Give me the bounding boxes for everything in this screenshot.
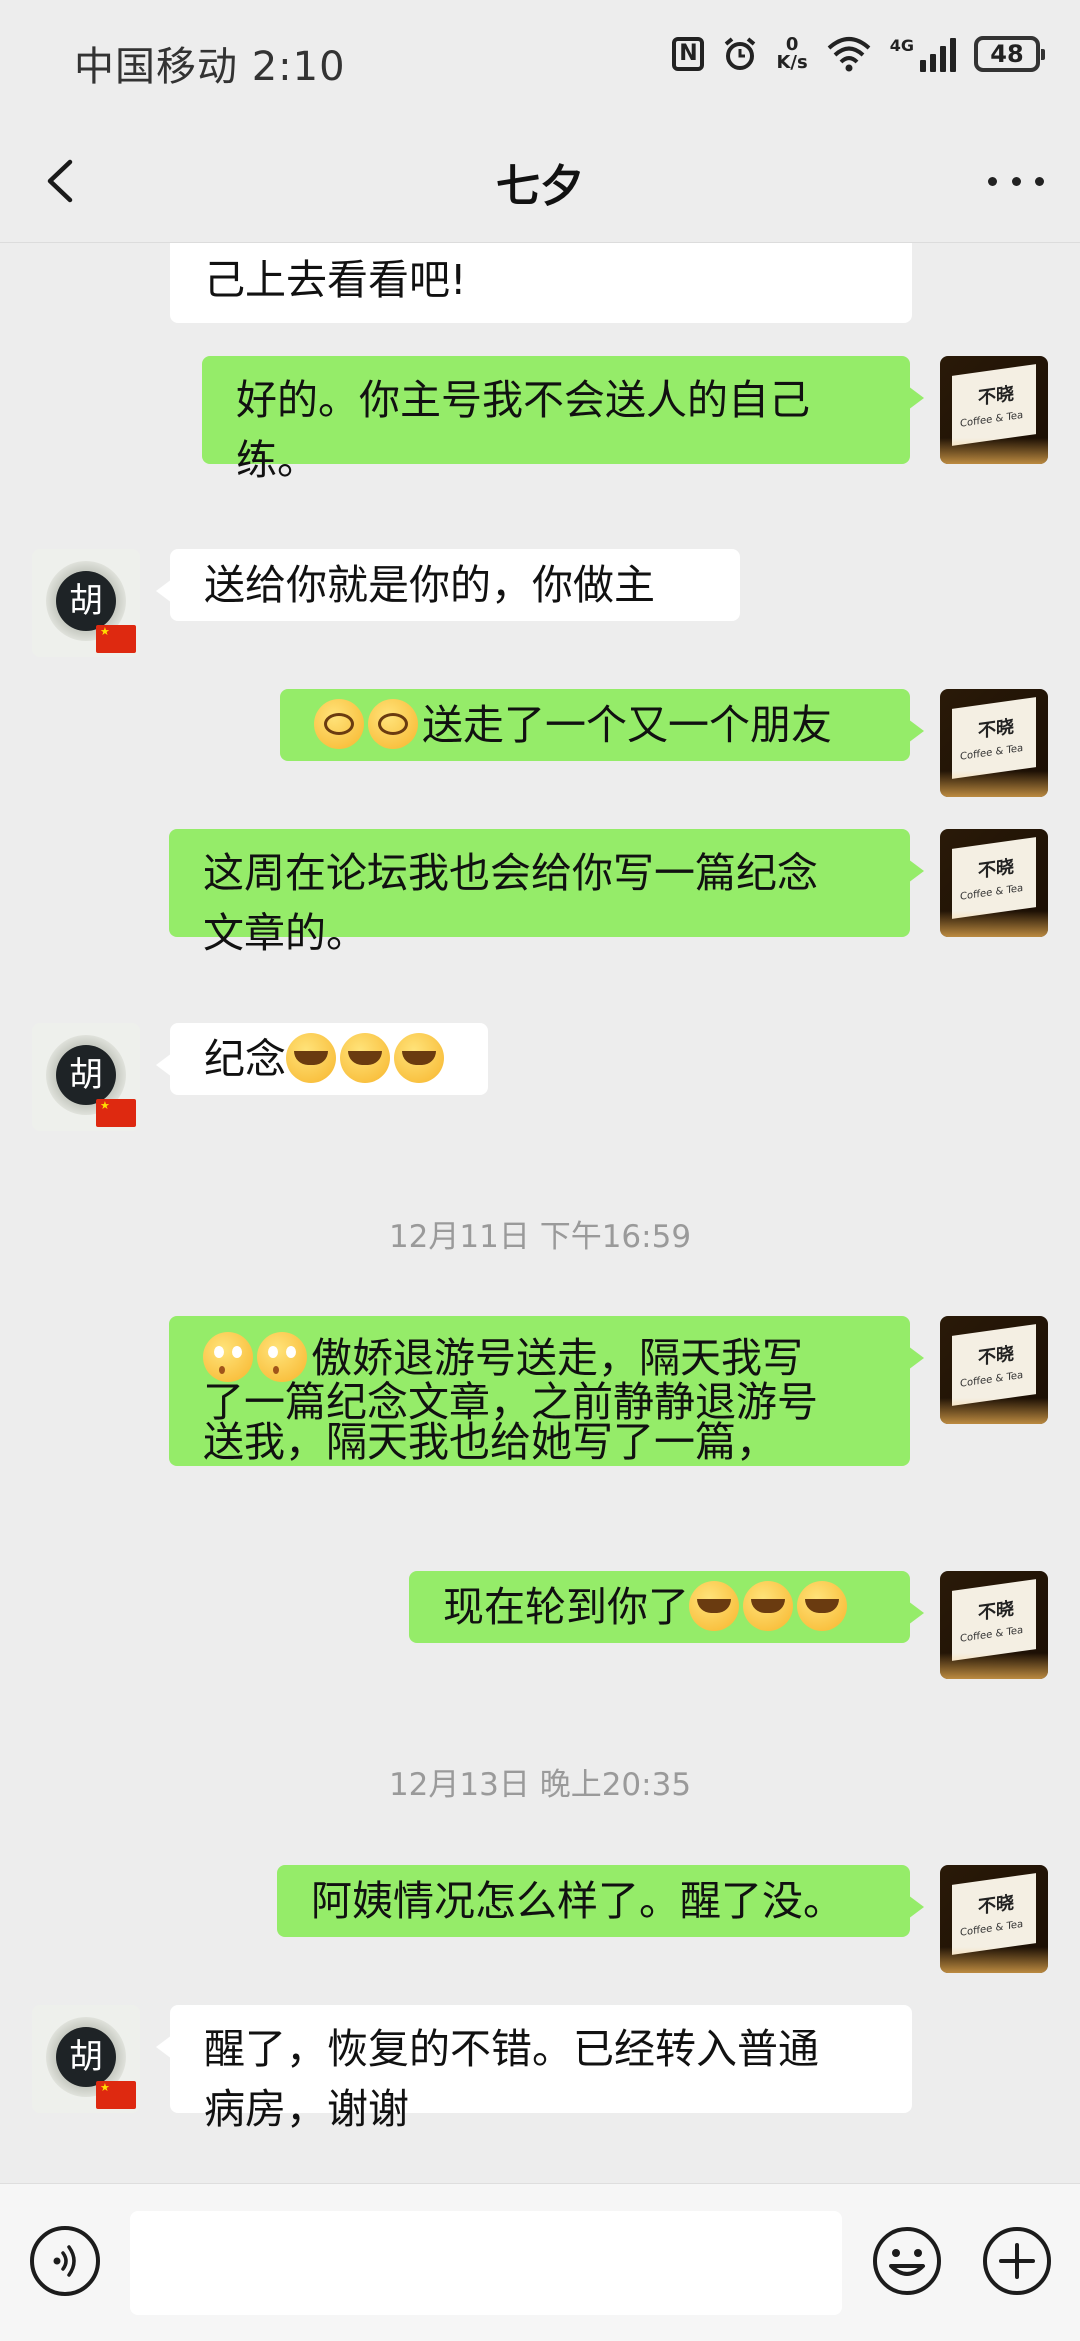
message-bubble-incoming[interactable]: 醒了，恢复的不错。已经转入普通 病房，谢谢 (156, 2005, 912, 2133)
message-text-line: 练。 (236, 436, 318, 484)
alarm-icon (722, 36, 758, 72)
battery-icon: 48 (974, 36, 1045, 72)
message-bubble-outgoing[interactable]: 送走了一个又一个朋友 (280, 689, 924, 761)
message-bubble-outgoing[interactable]: 傲娇退游号送走，隔天我写 了一篇纪念文章，之前静静退游号 送我，隔天我也给她写了… (169, 1316, 924, 1466)
message-text: 送给你就是你的，你做主 (204, 561, 655, 609)
voice-button[interactable] (30, 2226, 100, 2296)
message-text: 己上去看看吧! (204, 256, 467, 304)
message-text-line: 了一篇纪念文章，之前静静退游号 (203, 1378, 818, 1426)
message-text: 现在轮到你了 (443, 1583, 689, 1631)
timestamp: 12月11日 下午16:59 (388, 1219, 692, 1255)
network-speed: 0 K/s (776, 36, 807, 72)
message-text: 纪念 (204, 1035, 286, 1083)
avatar-logo-text: 不晓 (978, 1598, 1014, 1625)
crying-emoji-icon (340, 1033, 390, 1083)
plus-button[interactable] (982, 2226, 1052, 2296)
message-text-line: 文章的。 (203, 909, 367, 957)
more-button[interactable] (988, 156, 1044, 206)
message-bubble-outgoing[interactable]: 现在轮到你了 (409, 1571, 924, 1643)
avatar-logo-text: 不晓 (978, 716, 1014, 743)
message-text-line: 好的。你主号我不会送人的自己 (236, 376, 810, 424)
message-bubble-outgoing[interactable]: 这周在论坛我也会给你写一篇纪念 文章的。 (169, 829, 924, 957)
input-bar (0, 2183, 1080, 2341)
tears-of-joy-emoji-icon (797, 1581, 847, 1631)
contact-avatar[interactable]: 胡 (32, 2005, 140, 2113)
emoji-button[interactable] (872, 2226, 942, 2296)
wide-eyes-emoji-icon (203, 1332, 253, 1382)
self-avatar[interactable]: 不晓 Coffee & Tea (940, 1865, 1048, 1973)
nfc-icon: N (672, 37, 705, 71)
china-flag-icon (96, 625, 136, 653)
china-flag-icon (96, 2081, 136, 2109)
message-text-line: 病房，谢谢 (204, 2085, 409, 2133)
network-type: 4G (889, 36, 914, 55)
self-avatar[interactable]: 不晓 Coffee & Tea (940, 1571, 1048, 1679)
avatar-logo-text: 不晓 (978, 1343, 1014, 1370)
plus-icon (983, 2227, 1051, 2295)
voice-icon (53, 2245, 76, 2277)
avatar-glyph: 胡 (56, 1045, 116, 1105)
avatar-logo-sub: Coffee & Tea (960, 1918, 1024, 1939)
more-dots-icon (988, 176, 1044, 186)
contact-avatar[interactable]: 胡 (32, 549, 140, 657)
message-bubble-incoming[interactable]: 送给你就是你的，你做主 (156, 549, 740, 621)
message-text-line: 醒了，恢复的不错。已经转入普通 (204, 2025, 819, 2073)
message-text: 送走了一个又一个朋友 (422, 701, 832, 749)
status-bar: 中国移动 2:10 N 0 K/s 4G 48 (0, 0, 1080, 120)
message-bubble-incoming[interactable]: 纪念 (156, 1023, 488, 1095)
wide-eyes-emoji-icon (257, 1332, 307, 1382)
timestamp: 12月13日 晚上20:35 (388, 1767, 692, 1803)
message-text-line: 这周在论坛我也会给你写一篇纪念 (203, 849, 818, 897)
message-text-line: 傲娇退游号送走，隔天我写 (203, 1332, 876, 1382)
china-flag-icon (96, 1099, 136, 1127)
avatar-logo-text: 不晓 (978, 383, 1014, 410)
avatar-logo-sub: Coffee & Tea (960, 742, 1024, 763)
nav-bar: 七夕 (0, 120, 1080, 243)
avatar-logo-sub: Coffee & Tea (960, 1624, 1024, 1645)
avatar-logo-sub: Coffee & Tea (960, 1369, 1024, 1390)
message-input[interactable] (130, 2211, 842, 2315)
contact-avatar[interactable]: 胡 (32, 1023, 140, 1131)
message-bubble-outgoing[interactable]: 阿姨情况怎么样了。醒了没。 (277, 1865, 924, 1937)
tears-of-joy-emoji-icon (689, 1581, 739, 1631)
message-bubble-incoming[interactable]: 己上去看看吧! (170, 243, 912, 323)
grimace-emoji-icon (314, 699, 364, 749)
battery-level: 48 (990, 40, 1024, 68)
message-text: 阿姨情况怎么样了。醒了没。 (311, 1877, 844, 1925)
crying-emoji-icon (286, 1033, 336, 1083)
grimace-emoji-icon (368, 699, 418, 749)
self-avatar[interactable]: 不晓 Coffee & Tea (940, 1316, 1048, 1424)
avatar-logo-sub: Coffee & Tea (960, 409, 1024, 430)
speed-unit: K/s (776, 52, 808, 73)
self-avatar[interactable]: 不晓 Coffee & Tea (940, 829, 1048, 937)
avatar-logo-text: 不晓 (978, 856, 1014, 883)
avatar-glyph: 胡 (56, 571, 116, 631)
emoji-icon (873, 2227, 941, 2295)
avatar-logo-sub: Coffee & Tea (960, 882, 1024, 903)
chat-title: 七夕 (496, 161, 584, 212)
carrier-time: 中国移动 2:10 (74, 44, 346, 90)
message-bubble-outgoing[interactable]: 好的。你主号我不会送人的自己 练。 (202, 356, 924, 484)
chat-list[interactable]: 己上去看看吧! 好的。你主号我不会送人的自己 练。 不晓 Coffee & Tea… (0, 243, 1080, 2183)
avatar-glyph: 胡 (56, 2027, 116, 2087)
status-icons: N 0 K/s 4G 48 (672, 36, 1045, 72)
tears-of-joy-emoji-icon (743, 1581, 793, 1631)
avatar-logo-text: 不晓 (978, 1892, 1014, 1919)
crying-emoji-icon (394, 1033, 444, 1083)
self-avatar[interactable]: 不晓 Coffee & Tea (940, 356, 1048, 464)
message-text-line: 送我，隔天我也给她写了一篇， (203, 1418, 777, 1466)
wifi-icon (826, 36, 872, 72)
self-avatar[interactable]: 不晓 Coffee & Tea (940, 689, 1048, 797)
message-text: 傲娇退游号送走，隔天我写 (311, 1334, 803, 1382)
signal-icon: 4G (890, 36, 956, 72)
